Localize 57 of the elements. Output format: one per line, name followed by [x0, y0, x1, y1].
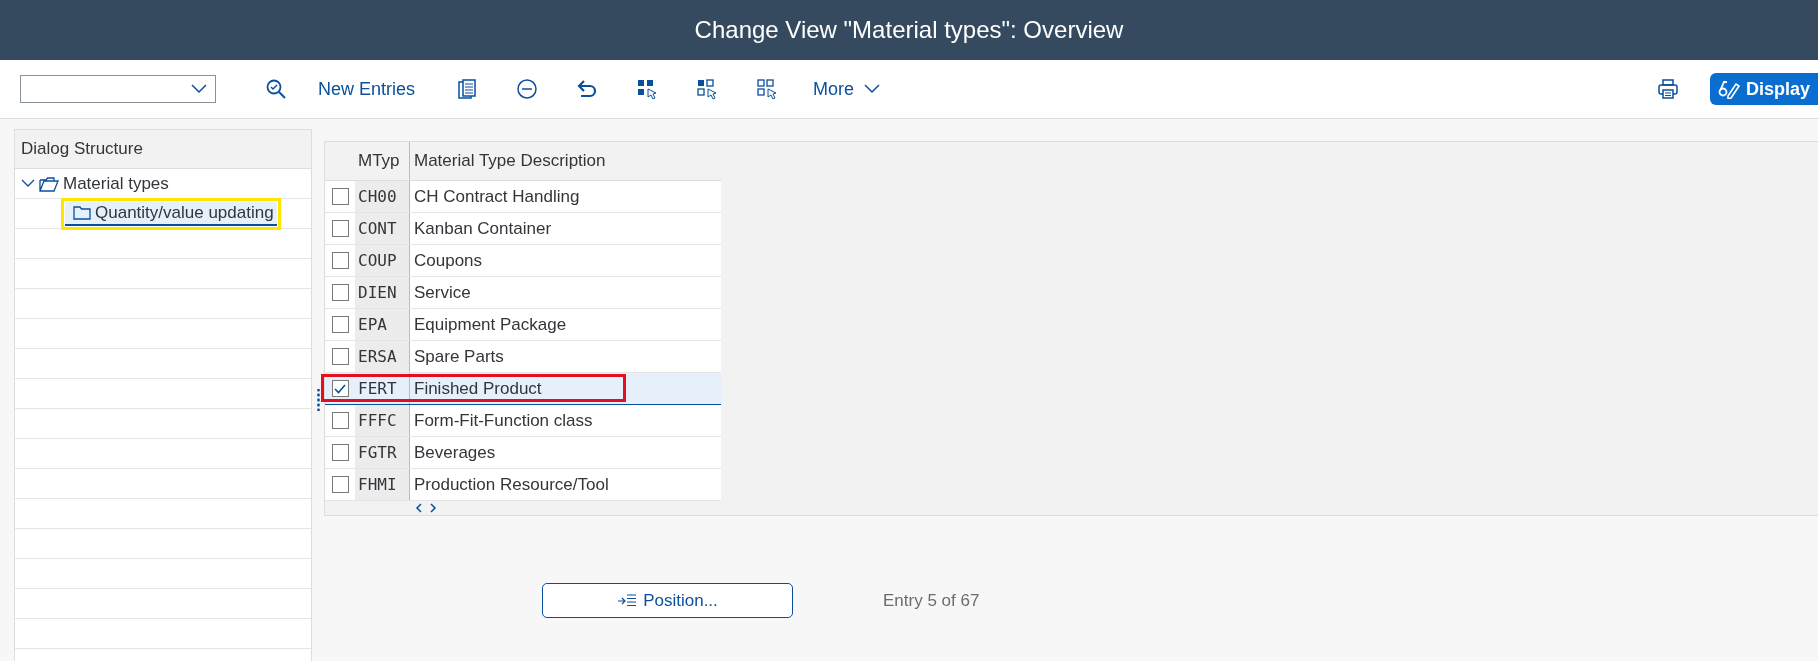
row-checkbox[interactable] [331, 316, 349, 333]
table-cell: DIEN [355, 277, 410, 308]
table-cell: COUP [355, 245, 410, 276]
table-cell-text: Form-Fit-Function class [413, 409, 594, 432]
undo-icon[interactable] [576, 78, 599, 100]
row-checkbox[interactable] [331, 188, 349, 205]
chevron-down-icon [864, 84, 881, 94]
folder-icon [39, 175, 59, 192]
table-cell: FFFC [355, 405, 410, 436]
display-button[interactable]: Display [1709, 73, 1818, 105]
printer-icon[interactable] [1656, 78, 1679, 100]
table-cell-text: Finished Product [413, 377, 543, 400]
search-icon[interactable] [265, 78, 287, 100]
position-button[interactable]: Position... [542, 583, 793, 618]
table-cell: CONT [355, 213, 410, 244]
table-cell-text: Equipment Package [413, 313, 568, 336]
table-cell-text: Spare Parts [413, 345, 505, 368]
entry-count: Entry 5 of 67 [883, 590, 980, 611]
select-all-icon[interactable] [636, 78, 659, 100]
table-cell-text: Production Resource/Tool [413, 473, 610, 496]
scroll-left-icon[interactable] [415, 503, 423, 513]
glasses-pencil-icon [1717, 79, 1740, 99]
row-checkbox[interactable] [331, 444, 349, 461]
new-entries-button[interactable]: New Entries [306, 78, 428, 100]
row-checkbox[interactable] [331, 412, 349, 429]
more-button[interactable]: More [801, 78, 893, 100]
table-cell: CH00 [355, 181, 410, 212]
document-copy-icon[interactable] [456, 78, 479, 100]
window-title: Change View "Material types": Overview [694, 16, 1124, 44]
table-cell-text: Kanban Container [413, 217, 553, 240]
table-cell-text: Beverages [413, 441, 497, 464]
row-checkbox[interactable] [331, 220, 349, 237]
table-cell: ERSA [355, 341, 410, 372]
folder-icon [73, 205, 91, 220]
row-checkbox[interactable] [331, 348, 349, 365]
deselect-all-icon[interactable] [756, 78, 779, 100]
table-cell: EPA [355, 309, 410, 340]
panel-title: Dialog Structure [21, 139, 143, 159]
column-header[interactable]: Material Type Description [410, 142, 721, 180]
table-cell: FHMI [355, 469, 410, 500]
table-cell-text: Service [413, 281, 472, 304]
dropdown-field[interactable] [20, 75, 216, 103]
scroll-right-icon[interactable] [429, 503, 437, 513]
column-header[interactable]: MTyp [355, 142, 410, 180]
chevron-down-icon [191, 84, 207, 94]
tree-item[interactable]: Material types [15, 171, 172, 196]
row-checkbox[interactable] [331, 284, 349, 301]
minus-circle-icon[interactable] [516, 78, 539, 100]
row-checkbox[interactable] [331, 476, 349, 493]
table-cell: FGTR [355, 437, 410, 468]
chevron-down-icon [21, 179, 35, 188]
list-arrow-icon [617, 593, 638, 608]
select-block-icon[interactable] [696, 78, 719, 100]
row-checkbox[interactable] [331, 252, 349, 269]
table-cell-text: CH Contract Handling [413, 185, 581, 208]
table-cell-text: Coupons [413, 249, 484, 272]
row-checkbox[interactable] [331, 380, 349, 397]
